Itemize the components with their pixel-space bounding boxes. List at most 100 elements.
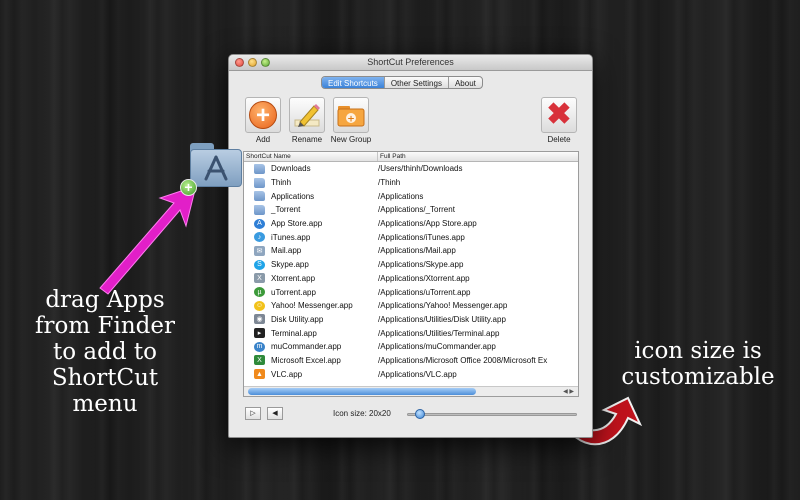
app-store-a-icon bbox=[204, 155, 228, 181]
column-header-path[interactable]: Full Path bbox=[378, 152, 578, 161]
table-row[interactable]: ♪ iTunes.app/Applications/iTunes.app bbox=[244, 230, 578, 244]
tab-bar: Edit Shortcuts Other Settings About bbox=[321, 76, 483, 89]
delete-label: Delete bbox=[547, 135, 571, 144]
shortcut-name: Disk Utility.app bbox=[271, 314, 324, 324]
title-bar[interactable]: ShortCut Preferences bbox=[229, 55, 592, 71]
full-path-cell: /Applications/muCommander.app bbox=[378, 342, 496, 352]
rename-button[interactable]: Rename bbox=[285, 97, 329, 144]
full-path-cell: /Applications/App Store.app bbox=[378, 219, 477, 229]
shortcut-name-cell: ◉ Disk Utility.app bbox=[244, 314, 378, 325]
full-path-cell: /Applications/_Torrent bbox=[378, 205, 455, 215]
tab-edit-shortcuts[interactable]: Edit Shortcuts bbox=[322, 77, 385, 88]
table-row[interactable]: m muCommander.app/Applications/muCommande… bbox=[244, 340, 578, 354]
full-path-cell: /Applications/Skype.app bbox=[378, 260, 464, 270]
shortcut-name-cell: _Torrent bbox=[244, 204, 378, 215]
shortcut-name-cell: m muCommander.app bbox=[244, 341, 378, 352]
add-button[interactable]: + Add bbox=[241, 97, 285, 144]
folder-icon bbox=[254, 163, 265, 174]
svg-text:+: + bbox=[347, 115, 355, 125]
toolbar: + Add Rename + New Group ✖ Delete bbox=[229, 97, 592, 147]
app-store-icon: A bbox=[254, 218, 265, 229]
preferences-window: ShortCut Preferences Edit Shortcuts Othe… bbox=[228, 54, 593, 438]
tab-other-settings[interactable]: Other Settings bbox=[385, 77, 449, 88]
terminal-icon: ▸ bbox=[254, 328, 265, 339]
slider-knob[interactable] bbox=[415, 409, 425, 419]
delete-x-icon: ✖ bbox=[546, 98, 572, 131]
new-group-label: New Group bbox=[330, 135, 372, 144]
table-row[interactable]: ▲ VLC.app/Applications/VLC.app bbox=[244, 367, 578, 381]
table-row[interactable]: ✉ Mail.app/Applications/Mail.app bbox=[244, 244, 578, 258]
full-path-cell: /Applications/Microsoft Office 2008/Micr… bbox=[378, 355, 548, 365]
folder-icon bbox=[254, 191, 265, 202]
add-label: Add bbox=[255, 135, 271, 144]
shortcut-name-cell: µ uTorrent.app bbox=[244, 287, 378, 298]
shortcut-name: VLC.app bbox=[271, 369, 303, 379]
table-row[interactable]: Thinh/Thinh bbox=[244, 176, 578, 190]
shortcut-name-cell: Downloads bbox=[244, 163, 378, 174]
excel-icon: X bbox=[254, 355, 265, 366]
table-row[interactable]: A App Store.app/Applications/App Store.ap… bbox=[244, 217, 578, 231]
shortcut-name: App Store.app bbox=[271, 219, 323, 229]
table-row[interactable]: µ uTorrent.app/Applications/uTorrent.app bbox=[244, 285, 578, 299]
shortcut-name-cell: X Microsoft Excel.app bbox=[244, 355, 378, 366]
shortcut-name-cell: ✉ Mail.app bbox=[244, 245, 378, 256]
horizontal-scrollbar[interactable]: ◀ ▶ bbox=[244, 386, 578, 396]
shortcut-name-cell: Thinh bbox=[244, 177, 378, 188]
scroll-arrows-icon[interactable]: ◀ ▶ bbox=[563, 387, 574, 396]
magenta-arrow bbox=[99, 185, 197, 295]
new-group-button[interactable]: + New Group bbox=[329, 97, 373, 144]
column-header-name[interactable]: ShortCut Name bbox=[244, 152, 378, 161]
table-row[interactable]: ☺ Yahoo! Messenger.app/Applications/Yahoo… bbox=[244, 299, 578, 313]
table-body: Downloads/Users/thinh/Downloads Thinh/Thi… bbox=[244, 162, 578, 381]
full-path-cell: /Applications/VLC.app bbox=[378, 369, 457, 379]
caption-icon-size: icon size is customizable bbox=[621, 338, 775, 390]
full-path-cell: /Users/thinh/Downloads bbox=[378, 164, 463, 174]
table-row[interactable]: Downloads/Users/thinh/Downloads bbox=[244, 162, 578, 176]
shortcut-name-cell: ▸ Terminal.app bbox=[244, 328, 378, 339]
shortcut-name: Applications bbox=[271, 191, 315, 201]
shortcut-name-cell: Applications bbox=[244, 191, 378, 202]
full-path-cell: /Applications/Utilities/Terminal.app bbox=[378, 328, 500, 338]
shortcut-name-cell: ▲ VLC.app bbox=[244, 369, 378, 380]
table-row[interactable]: ▸ Terminal.app/Applications/Utilities/Ter… bbox=[244, 326, 578, 340]
shortcut-name: Xtorrent.app bbox=[271, 273, 316, 283]
shortcut-name: muCommander.app bbox=[271, 342, 342, 352]
delete-button[interactable]: ✖ Delete bbox=[537, 97, 581, 144]
xtorrent-icon: X bbox=[254, 273, 265, 284]
full-path-cell: /Applications bbox=[378, 191, 424, 201]
table-row[interactable]: S Skype.app/Applications/Skype.app bbox=[244, 258, 578, 272]
new-folder-icon: + bbox=[337, 106, 365, 127]
table-row[interactable]: X Microsoft Excel.app/Applications/Micros… bbox=[244, 354, 578, 368]
bottom-bar: ▷ ◀ Icon size: 20x20 bbox=[243, 405, 578, 423]
play-button[interactable]: ▷ bbox=[245, 407, 261, 420]
shortcut-name-cell: S Skype.app bbox=[244, 259, 378, 270]
itunes-icon: ♪ bbox=[254, 232, 265, 243]
icon-size-slider[interactable] bbox=[407, 413, 577, 416]
mail-icon: ✉ bbox=[254, 245, 265, 256]
caption-drag-apps: drag Apps from Finder to add to ShortCut… bbox=[35, 287, 175, 417]
full-path-cell: /Applications/Yahoo! Messenger.app bbox=[378, 301, 508, 311]
icon-size-label: Icon size: 20x20 bbox=[333, 409, 391, 418]
table-row[interactable]: Applications/Applications bbox=[244, 189, 578, 203]
rename-label: Rename bbox=[291, 135, 323, 144]
shortcut-name: Terminal.app bbox=[271, 328, 317, 338]
scrollbar-thumb[interactable] bbox=[248, 388, 476, 395]
table-row[interactable]: ◉ Disk Utility.app/Applications/Utilities… bbox=[244, 313, 578, 327]
table-row[interactable]: _Torrent/Applications/_Torrent bbox=[244, 203, 578, 217]
dragged-applications-folder-icon bbox=[190, 143, 242, 187]
add-plus-badge-icon: + bbox=[180, 179, 197, 196]
mucommander-icon: m bbox=[254, 341, 265, 352]
skype-icon: S bbox=[254, 259, 265, 270]
shortcut-name: Thinh bbox=[271, 178, 292, 188]
folder-icon bbox=[254, 177, 265, 188]
full-path-cell: /Applications/Xtorrent.app bbox=[378, 273, 470, 283]
full-path-cell: /Applications/Utilities/Disk Utility.app bbox=[378, 314, 506, 324]
shortcut-name: Skype.app bbox=[271, 260, 309, 270]
shortcut-table[interactable]: ShortCut Name Full Path Downloads/Users/… bbox=[243, 151, 579, 397]
shortcut-name: Microsoft Excel.app bbox=[271, 355, 341, 365]
table-row[interactable]: X Xtorrent.app/Applications/Xtorrent.app bbox=[244, 272, 578, 286]
back-button[interactable]: ◀ bbox=[267, 407, 283, 420]
folder-icon bbox=[254, 204, 265, 215]
shortcut-name: uTorrent.app bbox=[271, 287, 316, 297]
tab-about[interactable]: About bbox=[449, 77, 482, 88]
